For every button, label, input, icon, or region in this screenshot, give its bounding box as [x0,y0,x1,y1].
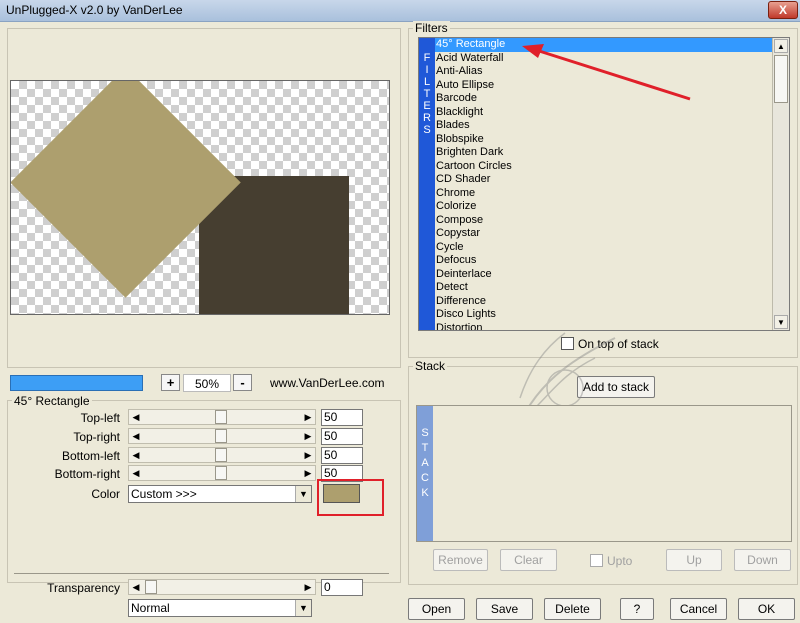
slider-thumb[interactable] [215,448,227,462]
remove-button[interactable]: Remove [433,549,488,571]
zoom-out-button[interactable]: - [233,374,252,391]
bottom-left-label: Bottom-left [61,449,120,463]
upto-checkbox[interactable] [590,554,603,567]
down-button[interactable]: Down [734,549,791,571]
stack-side-label: S T A C K [417,406,433,541]
color-select-value: Custom >>> [131,487,197,501]
slider-left-arrow-icon[interactable]: ◀ [129,580,143,594]
side-letter: L [423,76,431,88]
side-letter: E [423,100,431,112]
side-letter: F [423,52,431,64]
annotation-arrow [522,44,691,101]
list-item[interactable]: Compose [435,214,773,228]
upto-label: Upto [607,554,633,568]
stack-items [434,406,791,541]
top-right-label: Top-right [73,430,120,444]
transparency-label: Transparency [47,581,120,595]
slider-thumb[interactable] [215,429,227,443]
list-item[interactable]: CD Shader [435,173,773,187]
top-left-slider[interactable]: ◀ ▶ [128,409,316,425]
scroll-up-icon[interactable]: ▲ [774,39,788,53]
close-button[interactable]: X [768,1,798,19]
list-item[interactable]: Copystar [435,227,773,241]
side-letter: A [421,457,429,469]
zoom-in-button[interactable]: + [161,374,180,391]
side-letter: K [421,487,429,499]
website-link[interactable]: www.VanDerLee.com [270,376,385,390]
slider-left-arrow-icon[interactable]: ◀ [129,448,143,462]
slider-thumb[interactable] [145,580,157,594]
zoom-value: 50% [183,374,231,392]
filters-side-label: F I L T E R S [419,38,435,330]
slider-left-arrow-icon[interactable]: ◀ [129,410,143,424]
blend-mode-select[interactable]: Normal ▼ [128,599,312,617]
stack-list[interactable]: S T A C K [416,405,792,542]
progress-bar [10,375,143,391]
side-letter: I [425,64,429,76]
transparency-slider[interactable]: ◀ ▶ [128,579,316,595]
side-letter: T [423,88,431,100]
chevron-down-icon[interactable]: ▼ [295,600,311,616]
top-left-value[interactable]: 50 [321,409,363,426]
slider-right-arrow-icon[interactable]: ▶ [301,466,315,480]
list-item[interactable]: Blades [435,119,773,133]
list-item[interactable]: Chrome [435,187,773,201]
top-left-label: Top-left [80,411,120,425]
list-item[interactable]: Cycle [435,241,773,255]
side-letter: R [423,112,431,124]
bottom-left-slider[interactable]: ◀ ▶ [128,447,316,463]
side-letter: T [421,442,429,454]
delete-button[interactable]: Delete [544,598,601,620]
side-letter: C [421,472,429,484]
filters-scrollbar[interactable]: ▲ ▼ [772,38,789,330]
list-item[interactable]: Difference [435,295,773,309]
side-letter: S [421,427,429,439]
chevron-down-icon[interactable]: ▼ [295,486,311,502]
slider-thumb[interactable] [215,466,227,480]
ok-button[interactable]: OK [738,598,795,620]
slider-right-arrow-icon[interactable]: ▶ [301,429,315,443]
params-group-title: 45° Rectangle [12,394,92,408]
slider-left-arrow-icon[interactable]: ◀ [129,429,143,443]
bottom-right-slider[interactable]: ◀ ▶ [128,465,316,481]
stack-group-title: Stack [413,359,448,373]
color-select[interactable]: Custom >>> ▼ [128,485,312,503]
list-item[interactable]: Detect [435,281,773,295]
slider-right-arrow-icon[interactable]: ▶ [301,410,315,424]
scroll-down-icon[interactable]: ▼ [774,315,788,329]
list-item[interactable]: Blobspike [435,133,773,147]
help-button[interactable]: ? [620,598,654,620]
list-item[interactable]: Blacklight [435,106,773,120]
bottom-right-label: Bottom-right [54,467,120,481]
list-item[interactable]: Cartoon Circles [435,160,773,174]
top-right-value[interactable]: 50 [321,428,363,445]
side-letter: S [423,124,431,136]
blend-mode-value: Normal [131,601,170,615]
bottom-left-value[interactable]: 50 [321,447,363,464]
color-label: Color [91,487,120,501]
up-button[interactable]: Up [666,549,722,571]
title-bar: UnPlugged-X v2.0 by VanDerLee X [0,0,800,22]
scrollbar-thumb[interactable] [774,55,788,103]
slider-right-arrow-icon[interactable]: ▶ [301,580,315,594]
list-item[interactable]: Deinterlace [435,268,773,282]
top-right-slider[interactable]: ◀ ▶ [128,428,316,444]
slider-thumb[interactable] [215,410,227,424]
save-button[interactable]: Save [476,598,533,620]
divider [14,573,389,574]
preview-canvas [10,80,390,315]
annotation-highlight-box [317,479,384,516]
open-button[interactable]: Open [408,598,465,620]
list-item[interactable]: Colorize [435,200,773,214]
filters-group-title: Filters [413,21,450,35]
list-item[interactable]: Brighten Dark [435,146,773,160]
list-item[interactable]: Defocus [435,254,773,268]
cancel-button[interactable]: Cancel [670,598,727,620]
slider-right-arrow-icon[interactable]: ▶ [301,448,315,462]
transparency-value[interactable]: 0 [321,579,363,596]
clear-button[interactable]: Clear [500,549,557,571]
window-title: UnPlugged-X v2.0 by VanDerLee [6,3,183,17]
slider-left-arrow-icon[interactable]: ◀ [129,466,143,480]
